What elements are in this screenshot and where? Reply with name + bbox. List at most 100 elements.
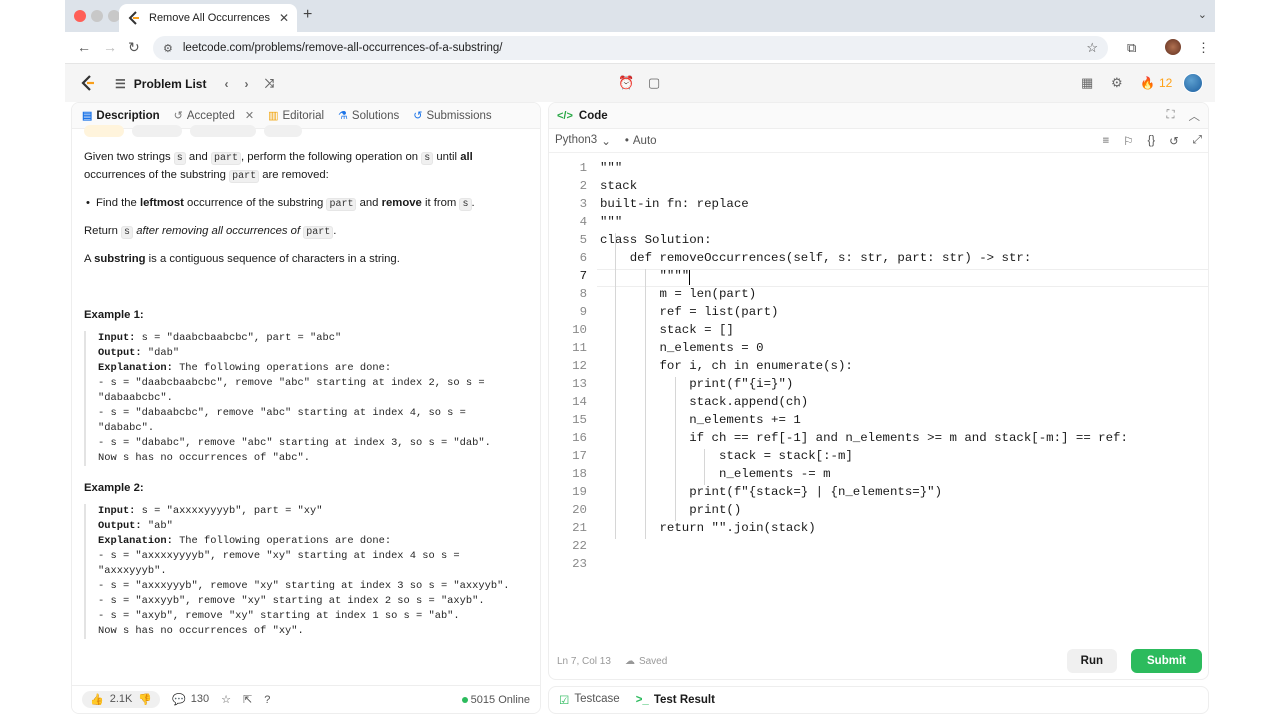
like-button[interactable]: 👍 2.1K 👎 [82,691,161,708]
browser-tab[interactable]: Remove All Occurrences of a ✕ [119,4,297,32]
comments-button[interactable]: 💬 130 [172,693,209,706]
problem-list-link[interactable]: Problem List [134,77,207,91]
submit-button[interactable]: Submit [1131,649,1202,673]
profile-avatar-icon[interactable] [1165,39,1181,55]
language-value: Python3 [555,133,598,146]
terminal-icon: >_ [635,694,649,706]
code-line[interactable]: def removeOccurrences(self, s: str, part… [600,251,1032,265]
streak-count: 12 [1158,76,1173,90]
code-line[interactable]: n_elements = 0 [600,341,763,355]
code-line[interactable]: stack [600,179,637,193]
code-line[interactable]: stack = [] [600,323,733,337]
thumbs-down-icon[interactable]: 👎 [138,693,152,706]
text: is a contiguous sequence of characters i… [145,253,400,265]
streak-counter[interactable]: 🔥 12 [1140,76,1172,90]
code-line[interactable]: return "".join(stack) [600,521,815,535]
browser-menu-icon[interactable]: ⋮ [1197,40,1210,56]
text: A [84,253,95,265]
tab-submissions[interactable]: ↺ Submissions [413,109,491,123]
extensions-puzzle-icon[interactable]: ⧉ [1127,40,1136,56]
online-text: 5015 Online [470,693,530,706]
hint-tag[interactable] [264,125,302,137]
online-count: 5015 Online [461,693,530,706]
bookmark-star-icon[interactable]: ☆ [1086,40,1098,56]
favorite-star-icon[interactable]: ☆ [221,693,231,706]
shuffle-icon[interactable]: ⤨ [264,76,274,91]
code-line[interactable]: """ [600,161,622,175]
new-tab-icon[interactable]: + [303,6,312,24]
code-line[interactable]: print() [600,503,741,517]
topics-tag[interactable] [132,125,182,137]
tab-description[interactable]: ▤ Description [82,109,160,123]
tab-label: Solutions [351,109,400,122]
bold-text: all [460,151,473,163]
tab-test-result[interactable]: >_ Test Result [636,694,715,706]
line-number: 13 [572,377,587,391]
line-number: 17 [572,449,587,463]
code-line[interactable]: print(f"{i=}") [600,377,793,391]
code-line[interactable]: built-in fn: replace [600,197,749,211]
book-icon: ▥ [268,110,279,122]
tab-editorial[interactable]: ▥ Editorial [268,109,324,123]
url-field[interactable]: ⚙ leetcode.com/problems/remove-all-occur… [153,36,1108,60]
lock-icon: • [624,134,629,147]
close-tab-icon[interactable]: ✕ [279,11,289,25]
timer-icon[interactable]: ⏰ [618,75,634,91]
code-line[interactable]: if ch == ref[-1] and n_elements >= m and… [600,431,1128,445]
prev-problem-icon[interactable]: ‹ [224,77,228,91]
leetcode-logo-icon[interactable] [81,75,95,95]
language-select[interactable]: Python3 ⌄ [555,134,611,148]
bookmark-icon[interactable]: ⚐ [1123,134,1133,148]
braces-icon[interactable]: {} [1147,135,1155,147]
run-button[interactable]: Run [1066,649,1118,673]
difficulty-tag[interactable] [84,125,124,137]
close-tab-icon[interactable]: ✕ [245,109,254,122]
help-icon[interactable]: ? [264,694,270,706]
code-line[interactable]: """ [600,215,622,229]
example-line: Explanation: The following operations ar… [98,535,392,547]
notes-icon[interactable]: ▢ [648,75,660,91]
user-avatar[interactable] [1183,73,1203,93]
tab-accepted[interactable]: ↺ Accepted ✕ [174,109,254,123]
code-editor[interactable]: 1 """ 2 stack 3 built-in fn: replace 4 """ 5 clas… [549,155,1208,645]
code-line[interactable]: n_elements -= m [600,467,831,481]
code-line[interactable]: print(f"{stack=} | {n_elements=}") [600,485,942,499]
line-number: 9 [579,305,587,319]
layout-grid-icon[interactable]: ▦ [1081,75,1093,91]
code-line[interactable]: for i, ch in enumerate(s): [600,359,852,373]
test-panel-tabs: ☑ Testcase >_ Test Result [548,686,1209,714]
list-icon[interactable]: ☰ [115,77,126,91]
share-icon[interactable]: ⇱ [243,693,252,706]
back-arrow-icon[interactable]: ← [77,39,91,55]
comment-icon: 💬 [172,694,186,706]
flask-icon: ⚗ [338,110,348,122]
reload-icon[interactable]: ↻ [128,39,140,56]
next-problem-icon[interactable]: › [244,77,248,91]
close-window-button[interactable] [74,10,86,22]
code-line[interactable]: class Solution: [600,233,712,247]
reset-icon[interactable]: ↺ [1169,134,1179,148]
code-line[interactable]: n_elements += 1 [600,413,801,427]
checkbox-icon: ☑ [559,695,570,707]
companies-tag[interactable] [190,125,256,137]
site-info-icon[interactable]: ⚙ [163,42,173,55]
code-line[interactable]: ref = list(part) [600,305,778,319]
example-line: - s = "axxxyyyb", remove "xy" starting a… [98,580,510,592]
tab-solutions[interactable]: ⚗ Solutions [338,109,400,123]
forward-arrow-icon[interactable]: → [103,39,117,55]
tab-label: Accepted [186,109,235,122]
tab-search-chevron-icon[interactable]: ⌄ [1198,8,1207,21]
code-line[interactable]: m = len(part) [600,287,756,301]
inline-code: part [229,170,260,183]
collapse-chevron-icon[interactable]: ︿ [1189,108,1201,124]
code-line[interactable]: stack.append(ch) [600,395,808,409]
minimize-window-button[interactable] [91,10,103,22]
format-icon[interactable]: ≡ [1102,135,1109,147]
settings-gear-icon[interactable]: ⚙ [1111,75,1123,91]
code-line[interactable]: stack = stack[:-m] [600,449,853,463]
auto-mode-toggle[interactable]: • Auto [625,135,657,147]
tab-testcase[interactable]: ☑ Testcase [559,693,620,707]
inline-code: part [303,226,334,239]
maximize-icon[interactable]: ⛶ [1166,109,1174,122]
fullscreen-icon[interactable]: ⤢ [1193,134,1202,147]
